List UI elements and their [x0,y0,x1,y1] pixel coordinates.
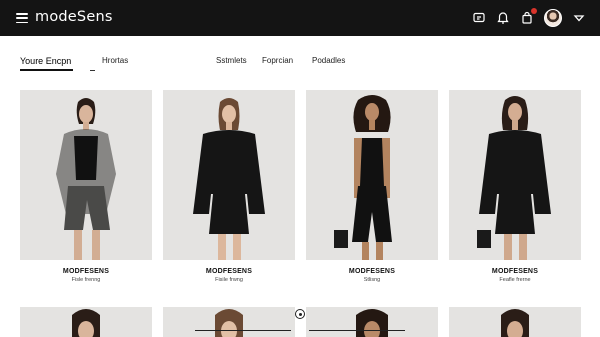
header-actions [472,8,586,28]
product-image[interactable] [449,90,581,260]
product-card[interactable]: MODFESENS Feafle frerne [449,90,581,283]
bell-icon[interactable] [496,11,510,25]
tab-sstmlets[interactable]: Sstmlets [216,56,247,65]
product-image[interactable] [306,307,438,337]
tab-podadles[interactable]: Podadles [312,56,345,65]
product-image[interactable] [163,307,295,337]
chevron-down-icon[interactable] [572,11,586,25]
category-tabs: Youre Encpn Hrortas Sstmlets Foprcian Po… [0,36,600,76]
slider-track-right [309,330,405,331]
slider-handle[interactable] [295,309,305,319]
avatar[interactable] [544,9,562,27]
notification-badge [531,8,537,14]
product-image[interactable] [20,307,152,337]
tab-divider [90,70,95,71]
product-brand: MODFESENS [62,268,110,275]
bag-icon[interactable] [520,8,537,25]
product-name: Stlisng [363,277,381,283]
product-name: Fisle frenng [71,277,101,283]
tab-hrortas[interactable]: Hrortas [102,56,128,65]
product-image[interactable] [306,90,438,260]
slider-track-left [195,330,291,331]
product-card[interactable]: MODFESENS Fisile frwng [163,90,295,283]
top-navigation-bar: modeSens [0,0,600,36]
tab-foprcian[interactable]: Foprcian [262,56,293,65]
product-image[interactable] [163,90,295,260]
menu-icon[interactable] [16,13,28,23]
chat-icon[interactable] [472,11,486,25]
product-image[interactable] [449,307,581,337]
product-brand: MODFESENS [205,268,253,275]
product-image[interactable] [20,90,152,260]
product-brand: MODFESENS [491,268,539,275]
tab-youre-encpn[interactable]: Youre Encpn [20,56,71,66]
product-card[interactable]: MODFESENS Fisle frenng [20,90,152,283]
site-logo[interactable]: modeSens [35,9,113,25]
product-brand: MODFESENS [348,268,396,275]
product-name: Fisile frwng [215,277,243,283]
active-tab-indicator [20,69,73,71]
product-name: Feafle frerne [499,277,531,283]
product-card[interactable]: MODFESENS Stlisng [306,90,438,283]
